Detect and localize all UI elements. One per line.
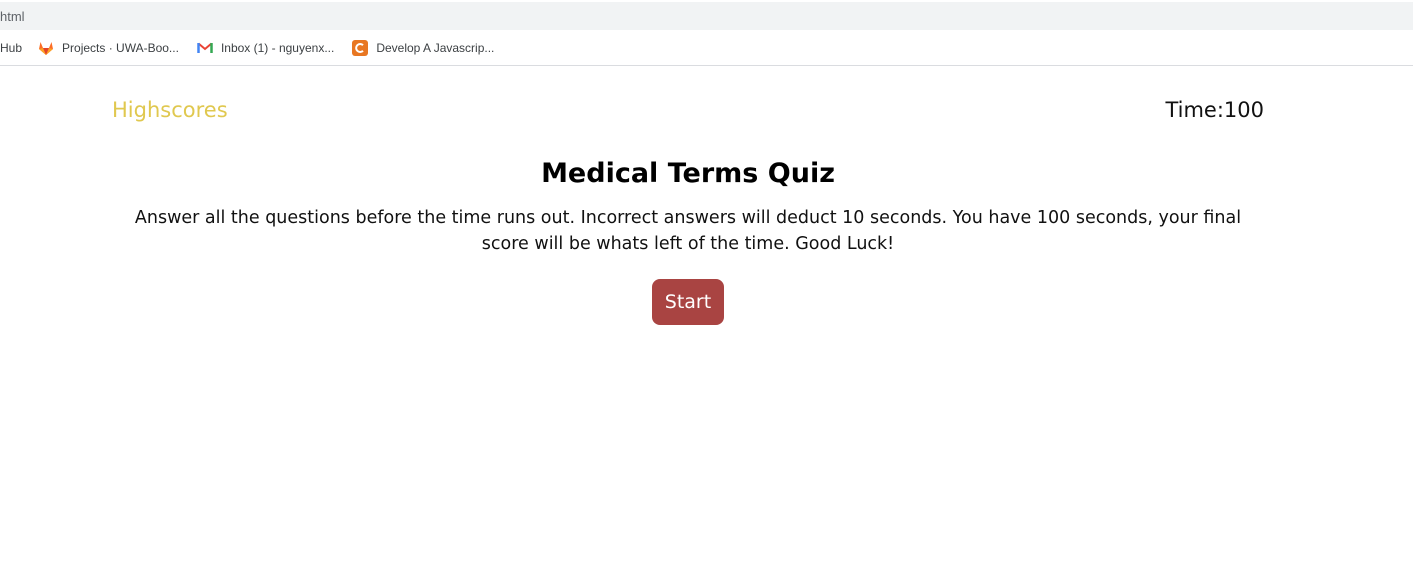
bookmark-label: Hub xyxy=(0,40,23,55)
bookmark-label: Inbox (1) - nguyenx... xyxy=(220,40,335,55)
highscores-link[interactable]: Highscores xyxy=(112,98,228,122)
timer-value: 100 xyxy=(1223,98,1264,122)
bookmark-label: Develop A Javascrip... xyxy=(376,40,495,55)
quiz-title: Medical Terms Quiz xyxy=(541,158,835,189)
bookmark-develop[interactable]: Develop A Javascrip... xyxy=(352,30,494,65)
start-button[interactable]: Start xyxy=(652,279,724,325)
timer: Time: 100 xyxy=(1165,98,1264,122)
canvas-icon xyxy=(352,39,369,56)
address-bar[interactable]: html xyxy=(0,2,1413,30)
bookmarks-bar: Hub Projects · UWA-Boo... Inbox (1) - ng… xyxy=(0,30,1413,66)
quiz-instructions: Answer all the questions before the time… xyxy=(134,208,1242,254)
gmail-icon xyxy=(197,40,213,56)
bookmark-gitlab[interactable]: Projects · UWA-Boo... xyxy=(38,30,179,65)
timer-label: Time: xyxy=(1165,98,1224,122)
gitlab-icon xyxy=(38,40,54,56)
bookmark-label: Projects · UWA-Boo... xyxy=(62,40,179,55)
bookmark-github[interactable]: Hub xyxy=(0,30,22,65)
address-bar-text: html xyxy=(0,8,25,24)
bookmark-gmail[interactable]: Inbox (1) - nguyenx... xyxy=(197,30,334,65)
